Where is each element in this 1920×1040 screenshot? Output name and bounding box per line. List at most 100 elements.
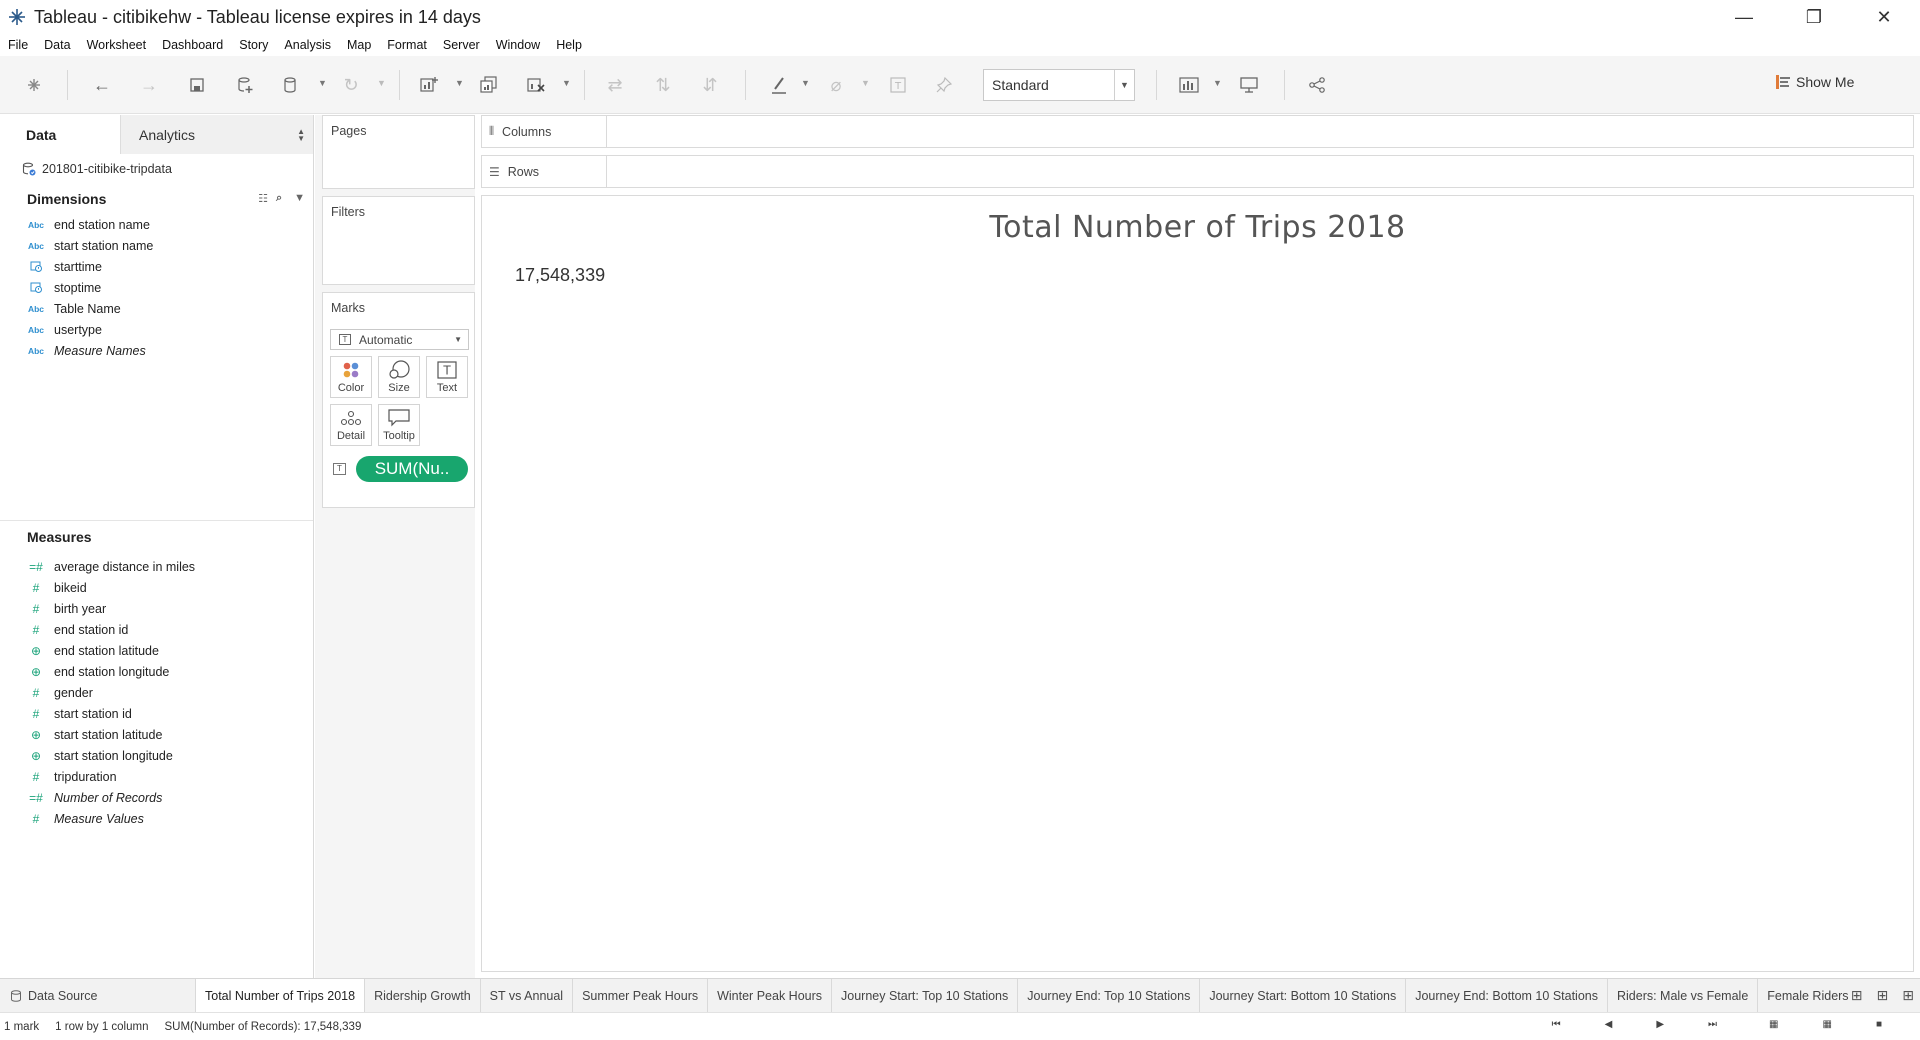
chevron-down-icon[interactable]: ▼ — [801, 78, 810, 88]
columns-shelf[interactable]: ⫴ Columns — [481, 115, 1914, 148]
view-as-list-icon[interactable]: ☷ — [258, 192, 268, 205]
sheet-tab[interactable]: Winter Peak Hours — [708, 979, 833, 1012]
measure-field[interactable]: # tripduration — [0, 766, 313, 787]
sheet-sorter-icon[interactable]: ▦ — [1823, 1019, 1832, 1030]
dimension-field[interactable]: Abc Table Name — [0, 298, 313, 319]
color-button[interactable]: Color — [330, 356, 372, 398]
sheet-tab[interactable]: Ridership Growth — [365, 979, 481, 1012]
first-sheet-icon[interactable]: ⏮ — [1552, 1019, 1561, 1030]
redo-icon[interactable]: → — [136, 72, 162, 98]
chevron-down-icon[interactable]: ▼ — [562, 78, 571, 88]
chevron-down-icon[interactable]: ▼ — [294, 192, 305, 205]
chevron-down-icon[interactable]: ▼ — [861, 78, 870, 88]
new-worksheet-icon[interactable] — [416, 72, 442, 98]
rows-shelf[interactable]: ☰ Rows — [481, 155, 1914, 188]
chevron-down-icon[interactable]: ▼ — [377, 78, 386, 88]
show-me-button[interactable]: Show Me — [1776, 74, 1854, 90]
menu-worksheet[interactable]: Worksheet — [87, 38, 147, 52]
tab-analytics[interactable]: Analytics ▲ ▼ — [121, 115, 313, 154]
measure-field[interactable]: # end station id — [0, 619, 313, 640]
new-dashboard-icon[interactable]: ⊞ — [1877, 987, 1889, 1004]
new-story-icon[interactable]: ⊞ — [1902, 987, 1914, 1004]
view-title[interactable]: Total Number of Trips 2018 — [482, 210, 1913, 245]
sheet-tab[interactable]: Journey End: Bottom 10 Stations — [1406, 979, 1608, 1012]
mark-type-select[interactable]: T Automatic ▼ — [330, 329, 469, 350]
prev-sheet-icon[interactable]: ◀ — [1605, 1019, 1613, 1030]
tooltip-button[interactable]: Tooltip — [378, 404, 420, 446]
pause-updates-icon[interactable] — [278, 72, 304, 98]
presentation-icon[interactable] — [1176, 72, 1202, 98]
sum-number-of-records-pill[interactable]: SUM(Nu.. — [356, 456, 468, 482]
total-trips-value[interactable]: 17,548,339 — [515, 265, 605, 286]
menu-server[interactable]: Server — [443, 38, 480, 52]
menu-analysis[interactable]: Analysis — [284, 38, 331, 52]
minimize-button[interactable]: — — [1710, 0, 1778, 34]
restore-button[interactable]: ❐ — [1780, 0, 1848, 34]
measure-field[interactable]: ⊕ start station latitude — [0, 724, 313, 745]
clear-sheet-icon[interactable] — [523, 72, 549, 98]
menu-data[interactable]: Data — [44, 38, 70, 52]
undo-icon[interactable]: ← — [89, 72, 115, 98]
dimension-field[interactable]: Abc Measure Names — [0, 340, 313, 361]
measure-field[interactable]: # bikeid — [0, 577, 313, 598]
menu-story[interactable]: Story — [239, 38, 268, 52]
sort-descending-icon[interactable]: ⇵ — [697, 72, 723, 98]
new-datasource-icon[interactable] — [232, 72, 258, 98]
dimension-field[interactable]: starttime — [0, 256, 313, 277]
last-sheet-icon[interactable]: ⏭ — [1708, 1019, 1717, 1030]
sheet-tab[interactable]: Total Number of Trips 2018 — [196, 979, 366, 1012]
measure-field[interactable]: ⊕ start station longitude — [0, 745, 313, 766]
swap-rows-columns-icon[interactable]: ⇄ — [602, 72, 628, 98]
measure-field[interactable]: # birth year — [0, 598, 313, 619]
show-mark-labels-icon[interactable]: T — [885, 72, 911, 98]
sheet-tab[interactable]: Journey End: Top 10 Stations — [1018, 979, 1201, 1012]
menu-dashboard[interactable]: Dashboard — [162, 38, 223, 52]
highlight-icon[interactable] — [766, 72, 792, 98]
measure-field[interactable]: # start station id — [0, 703, 313, 724]
sheet-tab[interactable]: Journey Start: Bottom 10 Stations — [1200, 979, 1407, 1012]
text-button[interactable]: T Text — [426, 356, 468, 398]
pane-divider[interactable] — [0, 520, 313, 521]
size-button[interactable]: Size — [378, 356, 420, 398]
detail-button[interactable]: Detail — [330, 404, 372, 446]
chevron-down-icon[interactable]: ▼ — [455, 78, 464, 88]
duplicate-sheet-icon[interactable] — [476, 72, 502, 98]
chevron-down-icon[interactable]: ▼ — [1213, 78, 1222, 88]
measure-field[interactable]: # gender — [0, 682, 313, 703]
dimension-field[interactable]: Abc end station name — [0, 214, 313, 235]
menu-window[interactable]: Window — [496, 38, 540, 52]
fix-axes-icon[interactable] — [931, 72, 957, 98]
new-worksheet-icon[interactable]: ⊞ — [1851, 987, 1863, 1004]
dimension-field[interactable]: Abc start station name — [0, 235, 313, 256]
collapse-arrows-icon[interactable]: ▲ ▼ — [297, 128, 305, 143]
datasource-item[interactable]: 201801-citibike-tripdata — [0, 154, 313, 184]
chevron-down-icon[interactable]: ▼ — [318, 78, 327, 88]
close-button[interactable]: ✕ — [1850, 0, 1918, 34]
tableau-home-icon[interactable] — [21, 72, 47, 98]
data-source-tab[interactable]: Data Source — [0, 979, 196, 1012]
dimension-field[interactable]: Abc usertype — [0, 319, 313, 340]
menu-format[interactable]: Format — [387, 38, 427, 52]
measure-field[interactable]: ⊕ end station latitude — [0, 640, 313, 661]
sheet-tab[interactable]: Summer Peak Hours — [573, 979, 709, 1012]
measure-field[interactable]: ⊕ end station longitude — [0, 661, 313, 682]
share-icon[interactable] — [1304, 72, 1330, 98]
next-sheet-icon[interactable]: ▶ — [1656, 1019, 1664, 1030]
filmstrip-view-icon[interactable]: ▦ — [1769, 1019, 1778, 1030]
worksheet-view[interactable]: Total Number of Trips 2018 17,548,339 — [481, 195, 1914, 972]
sort-ascending-icon[interactable]: ⇅ — [650, 72, 676, 98]
save-icon[interactable] — [184, 72, 210, 98]
refresh-icon[interactable]: ↻ — [338, 72, 364, 98]
measure-field[interactable]: # Measure Values — [0, 808, 313, 829]
filters-shelf[interactable]: Filters — [322, 196, 475, 285]
pages-shelf[interactable]: Pages — [322, 115, 475, 189]
measure-field[interactable]: =# Number of Records — [0, 787, 313, 808]
sheet-tab[interactable]: Journey Start: Top 10 Stations — [832, 979, 1019, 1012]
sheet-tab[interactable]: ST vs Annual — [481, 979, 574, 1012]
menu-file[interactable]: File — [8, 38, 28, 52]
group-members-icon[interactable]: ⌀ — [823, 72, 849, 98]
dimension-field[interactable]: stoptime — [0, 277, 313, 298]
sheet-tab[interactable]: Riders: Male vs Female — [1608, 979, 1759, 1012]
sheet-tab[interactable]: Female Ridership — [1758, 979, 1848, 1012]
menu-help[interactable]: Help — [556, 38, 582, 52]
